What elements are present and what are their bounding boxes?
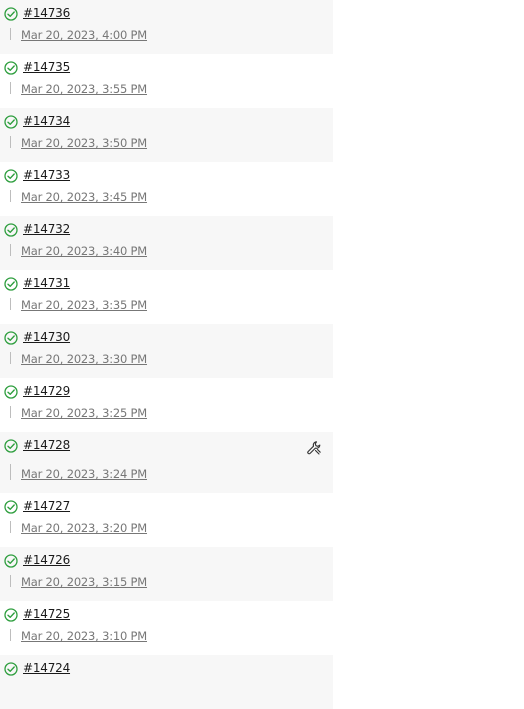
timeline-divider [10, 575, 11, 587]
timeline-divider [10, 406, 11, 418]
success-check-icon[interactable] [4, 500, 18, 514]
build-timestamp-link[interactable]: Mar 20, 2023, 3:55 PM [21, 81, 147, 97]
build-timestamp-link[interactable]: Mar 20, 2023, 3:50 PM [21, 135, 147, 151]
build-timestamp-link[interactable]: Mar 20, 2023, 3:15 PM [21, 574, 147, 590]
build-number-link[interactable]: #14736 [23, 5, 70, 21]
build-row: #14727 Mar 20, 2023, 3:20 PM [0, 493, 333, 547]
success-check-icon[interactable] [4, 7, 18, 21]
build-row: #14736 Mar 20, 2023, 4:00 PM [0, 0, 333, 54]
success-check-icon[interactable] [4, 439, 18, 453]
build-number-link[interactable]: #14728 [23, 437, 70, 453]
build-number-link[interactable]: #14734 [23, 113, 70, 129]
success-check-icon[interactable] [4, 608, 18, 622]
build-timestamp-link[interactable]: Mar 20, 2023, 3:30 PM [21, 351, 147, 367]
timeline-divider [10, 521, 11, 533]
build-row: #14735 Mar 20, 2023, 3:55 PM [0, 54, 333, 108]
build-number-link[interactable]: #14727 [23, 498, 70, 514]
build-row: #14729 Mar 20, 2023, 3:25 PM [0, 378, 333, 432]
success-check-icon[interactable] [4, 115, 18, 129]
build-number-link[interactable]: #14731 [23, 275, 70, 291]
build-timestamp-link[interactable]: Mar 20, 2023, 3:25 PM [21, 405, 147, 421]
success-check-icon[interactable] [4, 385, 18, 399]
build-row: #14734 Mar 20, 2023, 3:50 PM [0, 108, 333, 162]
timeline-divider [10, 464, 11, 480]
build-timestamp-link[interactable]: Mar 20, 2023, 3:35 PM [21, 297, 147, 313]
timeline-divider [10, 244, 11, 256]
build-history-list: #14736 Mar 20, 2023, 4:00 PM #14735 Mar 20,… [0, 0, 333, 709]
build-row: #14733 Mar 20, 2023, 3:45 PM [0, 162, 333, 216]
success-check-icon[interactable] [4, 223, 18, 237]
build-number-link[interactable]: #14732 [23, 221, 70, 237]
build-row: #14730 Mar 20, 2023, 3:30 PM [0, 324, 333, 378]
success-check-icon[interactable] [4, 277, 18, 291]
success-check-icon[interactable] [4, 662, 18, 676]
timeline-divider [10, 28, 11, 40]
timeline-divider [10, 298, 11, 310]
success-check-icon[interactable] [4, 331, 18, 345]
build-row: #14728 Mar 20, 2023, 3:24 PM [0, 432, 333, 493]
success-check-icon[interactable] [4, 169, 18, 183]
timeline-divider [10, 82, 11, 94]
build-row: #14725 Mar 20, 2023, 3:10 PM [0, 601, 333, 655]
build-row: #14731 Mar 20, 2023, 3:35 PM [0, 270, 333, 324]
timeline-divider [10, 136, 11, 148]
success-check-icon[interactable] [4, 554, 18, 568]
build-row: #14732 Mar 20, 2023, 3:40 PM [0, 216, 333, 270]
build-row: #14724 [0, 655, 333, 709]
build-number-link[interactable]: #14726 [23, 552, 70, 568]
build-number-link[interactable]: #14729 [23, 383, 70, 399]
wrench-icon[interactable] [306, 440, 322, 456]
build-timestamp-link[interactable]: Mar 20, 2023, 3:10 PM [21, 628, 147, 644]
build-timestamp-link[interactable]: Mar 20, 2023, 3:24 PM [21, 466, 147, 482]
build-timestamp-link[interactable]: Mar 20, 2023, 3:45 PM [21, 189, 147, 205]
build-timestamp-link[interactable]: Mar 20, 2023, 4:00 PM [21, 27, 147, 43]
timeline-divider [10, 629, 11, 641]
build-number-link[interactable]: #14724 [23, 660, 70, 676]
timeline-divider [10, 352, 11, 364]
build-row: #14726 Mar 20, 2023, 3:15 PM [0, 547, 333, 601]
build-number-link[interactable]: #14735 [23, 59, 70, 75]
timeline-divider [10, 190, 11, 202]
build-timestamp-link[interactable]: Mar 20, 2023, 3:40 PM [21, 243, 147, 259]
build-timestamp-link[interactable]: Mar 20, 2023, 3:20 PM [21, 520, 147, 536]
build-number-link[interactable]: #14730 [23, 329, 70, 345]
build-number-link[interactable]: #14725 [23, 606, 70, 622]
build-number-link[interactable]: #14733 [23, 167, 70, 183]
success-check-icon[interactable] [4, 61, 18, 75]
